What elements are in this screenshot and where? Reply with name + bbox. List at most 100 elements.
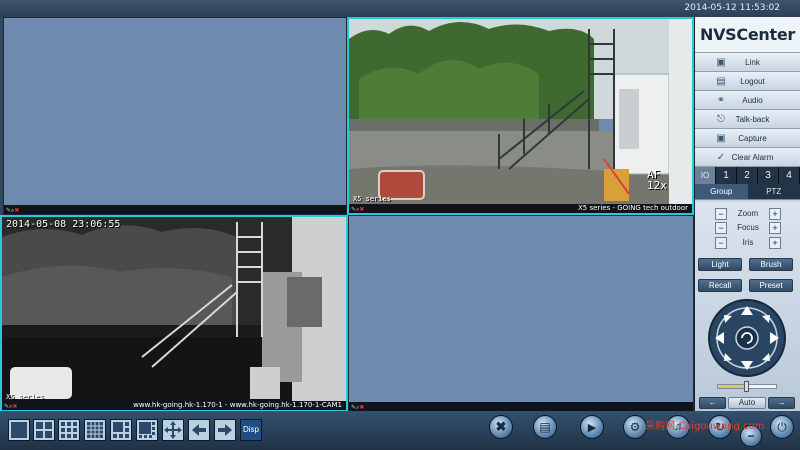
ptz-panel: − Zoom + − Focus + − Iris + Light Brush … (695, 202, 800, 411)
capture-button[interactable]: ▣ Capture (695, 129, 800, 148)
camera-view-night: 2014-05-08 23:06:55 X5 series (2, 217, 346, 401)
pane-status-icons: ✎⌕✖ (6, 207, 20, 214)
channel-io[interactable]: IO (695, 167, 716, 184)
clear-alarm-button-label: Clear Alarm (731, 152, 774, 162)
refresh-button[interactable]: ↻ (708, 415, 732, 439)
panel-tabs: Group PTZ (695, 184, 800, 200)
record-button[interactable]: ▤ (533, 415, 557, 439)
audio-button[interactable]: ⚭ Audio (695, 91, 800, 110)
camera-view-outdoor: AF 12x X5 series (349, 19, 692, 204)
power-icon: ⏻ (777, 419, 787, 434)
stop-all-button[interactable]: ✖ (489, 415, 513, 439)
channel-4[interactable]: 4 (779, 167, 800, 184)
speed-down-button[interactable]: ← (699, 397, 726, 409)
channel-3[interactable]: 3 (758, 167, 779, 184)
auto-button[interactable]: Auto (728, 397, 766, 409)
pane-channel-title: www.hk-going.hk-1.170-1 - www.hk-going.h… (133, 401, 342, 409)
osd-camera-name: X5 series (353, 195, 391, 203)
iris-open-button[interactable]: + (769, 237, 781, 249)
volume-button[interactable]: ♫ (666, 415, 690, 439)
audio-button-label: Audio (742, 95, 763, 105)
video-pane-1[interactable]: ✎⌕✖ (3, 17, 347, 215)
logout-button[interactable]: ▤ Logout (695, 72, 800, 91)
layout-3x3-icon (61, 422, 77, 438)
logout-button-label: Logout (740, 76, 765, 86)
next-icon (218, 424, 232, 436)
channel-1[interactable]: 1 (716, 167, 737, 184)
layout-1plus5-button[interactable] (110, 419, 132, 441)
channel-2[interactable]: 2 (737, 167, 758, 184)
zoom-label: Zoom (737, 209, 759, 218)
layout-4x4-button[interactable] (84, 419, 106, 441)
light-button[interactable]: Light (698, 258, 742, 271)
auto-scan-center-button[interactable] (735, 326, 759, 350)
focus-plus-button[interactable]: + (769, 222, 781, 234)
layout-1plus7-button[interactable] (136, 419, 158, 441)
speed-up-button[interactable]: → (768, 397, 795, 409)
power-button[interactable]: ⏻ (770, 415, 794, 439)
video-pane-4[interactable]: ✎⌕✖ (348, 215, 694, 412)
recall-button[interactable]: Recall (698, 279, 742, 292)
focus-label: Focus (737, 223, 759, 232)
ptz-speed-fill (718, 385, 747, 388)
ptz-speed-slider[interactable] (717, 381, 777, 392)
control-sidebar: NVSCenter ▣ Link ▤ Logout ⚭ Audio ⎋ Talk… (694, 17, 800, 411)
focus-control: − Focus + (715, 222, 781, 234)
layout-4x4-icon (87, 422, 103, 438)
video-pane-3[interactable]: 2014-05-08 23:06:55 X5 series ✎⌕✖ www.hk… (0, 215, 348, 412)
zoom-out-button[interactable]: − (715, 208, 727, 220)
layout-1plus7-icon (139, 422, 155, 438)
arrow-left-icon: ← (708, 398, 717, 407)
osd-camera-name: X5 series (6, 393, 44, 401)
preset-button[interactable]: Preset (749, 279, 793, 292)
video-pane-2[interactable]: AF 12x X5 series ✎⌕✖ X5 series - GOING t… (347, 17, 694, 215)
pane-status-bar: ✎⌕✖ (4, 205, 346, 214)
iris-label: Iris (742, 238, 754, 247)
link-button[interactable]: ▣ Link (695, 53, 800, 72)
volume-icon: ♫ (673, 421, 683, 433)
next-page-button[interactable] (214, 419, 236, 441)
talk-back-button-label: Talk-back (735, 114, 770, 124)
zoom-control: − Zoom + (715, 208, 781, 220)
app-logo: NVSCenter (695, 17, 800, 53)
title-bar: 2014-05-12 11:53:02 (0, 0, 800, 17)
focus-minus-button[interactable]: − (715, 222, 727, 234)
ptz-direction-pad (708, 299, 786, 377)
layout-1x1-icon (11, 422, 27, 438)
layout-2x2-button[interactable] (33, 419, 55, 441)
clear-alarm-button[interactable]: ✓ Clear Alarm (695, 148, 800, 167)
pane-status-bar: ✎⌕✖ (349, 402, 693, 411)
playback-icon: ▶ (587, 421, 597, 434)
tab-ptz[interactable]: PTZ (747, 184, 800, 199)
arrow-right-icon: → (777, 398, 786, 407)
iris-control: − Iris + (715, 237, 781, 249)
zoom-in-button[interactable]: + (769, 208, 781, 220)
move-button[interactable] (162, 419, 184, 441)
move-icon (164, 421, 182, 439)
display-button[interactable]: Disp (240, 419, 262, 441)
playback-button[interactable]: ▶ (580, 415, 604, 439)
minimize-button[interactable]: − (740, 425, 762, 447)
pane-status-icons: ✎⌕✖ (351, 404, 365, 411)
osd-zoom-indicator: AF 12x (647, 168, 667, 192)
layout-2x2-icon (36, 422, 52, 438)
previous-page-button[interactable] (188, 419, 210, 441)
nvs-center-window: 2014-05-12 11:53:02 ✎⌕✖ AF 12x X5 series… (0, 0, 800, 450)
iris-close-button[interactable]: − (715, 237, 727, 249)
pane-status-icons: ✎⌕✖ (4, 403, 18, 410)
brush-button[interactable]: Brush (749, 258, 793, 271)
layout-3x3-button[interactable] (58, 419, 80, 441)
layout-1plus5-icon (113, 422, 129, 438)
talk-back-button[interactable]: ⎋ Talk-back (695, 110, 800, 129)
record-icon: ▤ (539, 420, 551, 434)
layout-1x1-button[interactable] (8, 419, 30, 441)
capture-button-label: Capture (738, 133, 767, 143)
ptz-speed-thumb[interactable] (744, 381, 749, 392)
minimize-icon: − (747, 429, 755, 443)
tab-group[interactable]: Group (695, 184, 748, 199)
bottom-toolbar: Disp ✖ ▤ ▶ ⚙ ♫ ↻ − ⏻ (0, 411, 800, 450)
settings-button[interactable]: ⚙ (623, 415, 647, 439)
outdoor-scene-image (349, 19, 692, 204)
pane-channel-title: X5 series - GOING tech outdoor (578, 204, 688, 212)
stop-all-icon: ✖ (495, 419, 507, 434)
